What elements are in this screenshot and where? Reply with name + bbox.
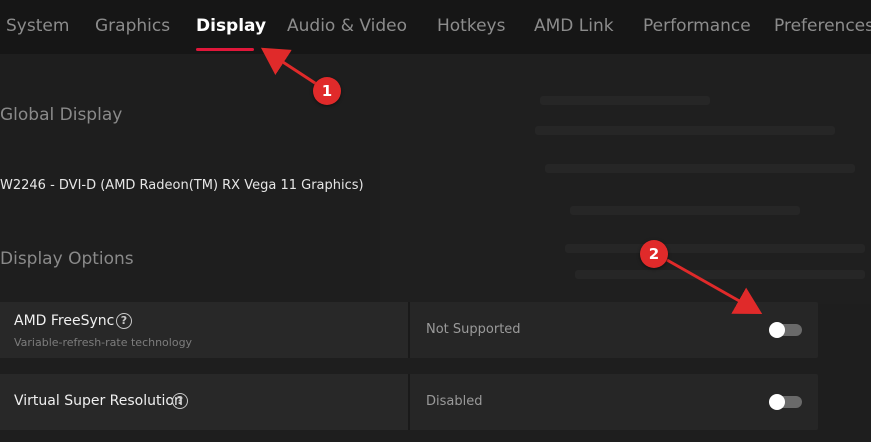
display-options-title: Display Options: [0, 249, 134, 269]
active-tab-indicator: [196, 48, 254, 51]
arrow-1-line: [260, 47, 319, 87]
annotation-badge-2: 2: [640, 240, 668, 268]
vsr-option-row: Virtual Super Resolution ? Disabled: [0, 374, 818, 430]
row-divider: [408, 302, 410, 358]
vsr-help-icon[interactable]: ?: [172, 393, 188, 409]
vsr-status: Disabled: [426, 394, 483, 409]
top-tab-bar: System Graphics Display Audio & Video Ho…: [0, 0, 871, 54]
background-ghost-line: [535, 126, 835, 135]
annotation-badge-1: 1: [313, 77, 341, 105]
background-panel: [380, 54, 871, 304]
tab-performance[interactable]: Performance: [643, 16, 751, 36]
tab-amd-link[interactable]: AMD Link: [534, 16, 614, 36]
tab-display[interactable]: Display: [196, 16, 266, 36]
freesync-toggle[interactable]: [769, 322, 802, 338]
toggle-knob: [769, 322, 785, 338]
background-ghost-line: [540, 96, 710, 105]
global-display-title: Global Display: [0, 105, 123, 125]
row-divider: [408, 374, 410, 430]
tab-preferences[interactable]: Preferences: [774, 16, 871, 36]
display-device-name[interactable]: W2246 - DVI-D (AMD Radeon(TM) RX Vega 11…: [0, 178, 364, 193]
tab-system[interactable]: System: [6, 16, 69, 36]
background-ghost-line: [545, 164, 855, 173]
tab-graphics[interactable]: Graphics: [95, 16, 170, 36]
freesync-status: Not Supported: [426, 322, 521, 337]
freesync-label: AMD FreeSync: [14, 313, 115, 329]
toggle-knob: [769, 394, 785, 410]
background-ghost-line: [570, 206, 800, 215]
freesync-option-row: AMD FreeSync ? Variable-refresh-rate tec…: [0, 302, 818, 358]
freesync-help-icon[interactable]: ?: [116, 313, 132, 329]
tab-hotkeys[interactable]: Hotkeys: [437, 16, 505, 36]
freesync-label-cell: [0, 302, 408, 358]
vsr-toggle[interactable]: [769, 394, 802, 410]
amd-software-window: System Graphics Display Audio & Video Ho…: [0, 0, 871, 442]
background-ghost-line: [565, 244, 865, 253]
tab-audio-video[interactable]: Audio & Video: [287, 16, 407, 36]
vsr-label: Virtual Super Resolution: [14, 393, 183, 409]
background-ghost-line: [575, 270, 865, 279]
freesync-description: Variable-refresh-rate technology: [14, 336, 193, 349]
